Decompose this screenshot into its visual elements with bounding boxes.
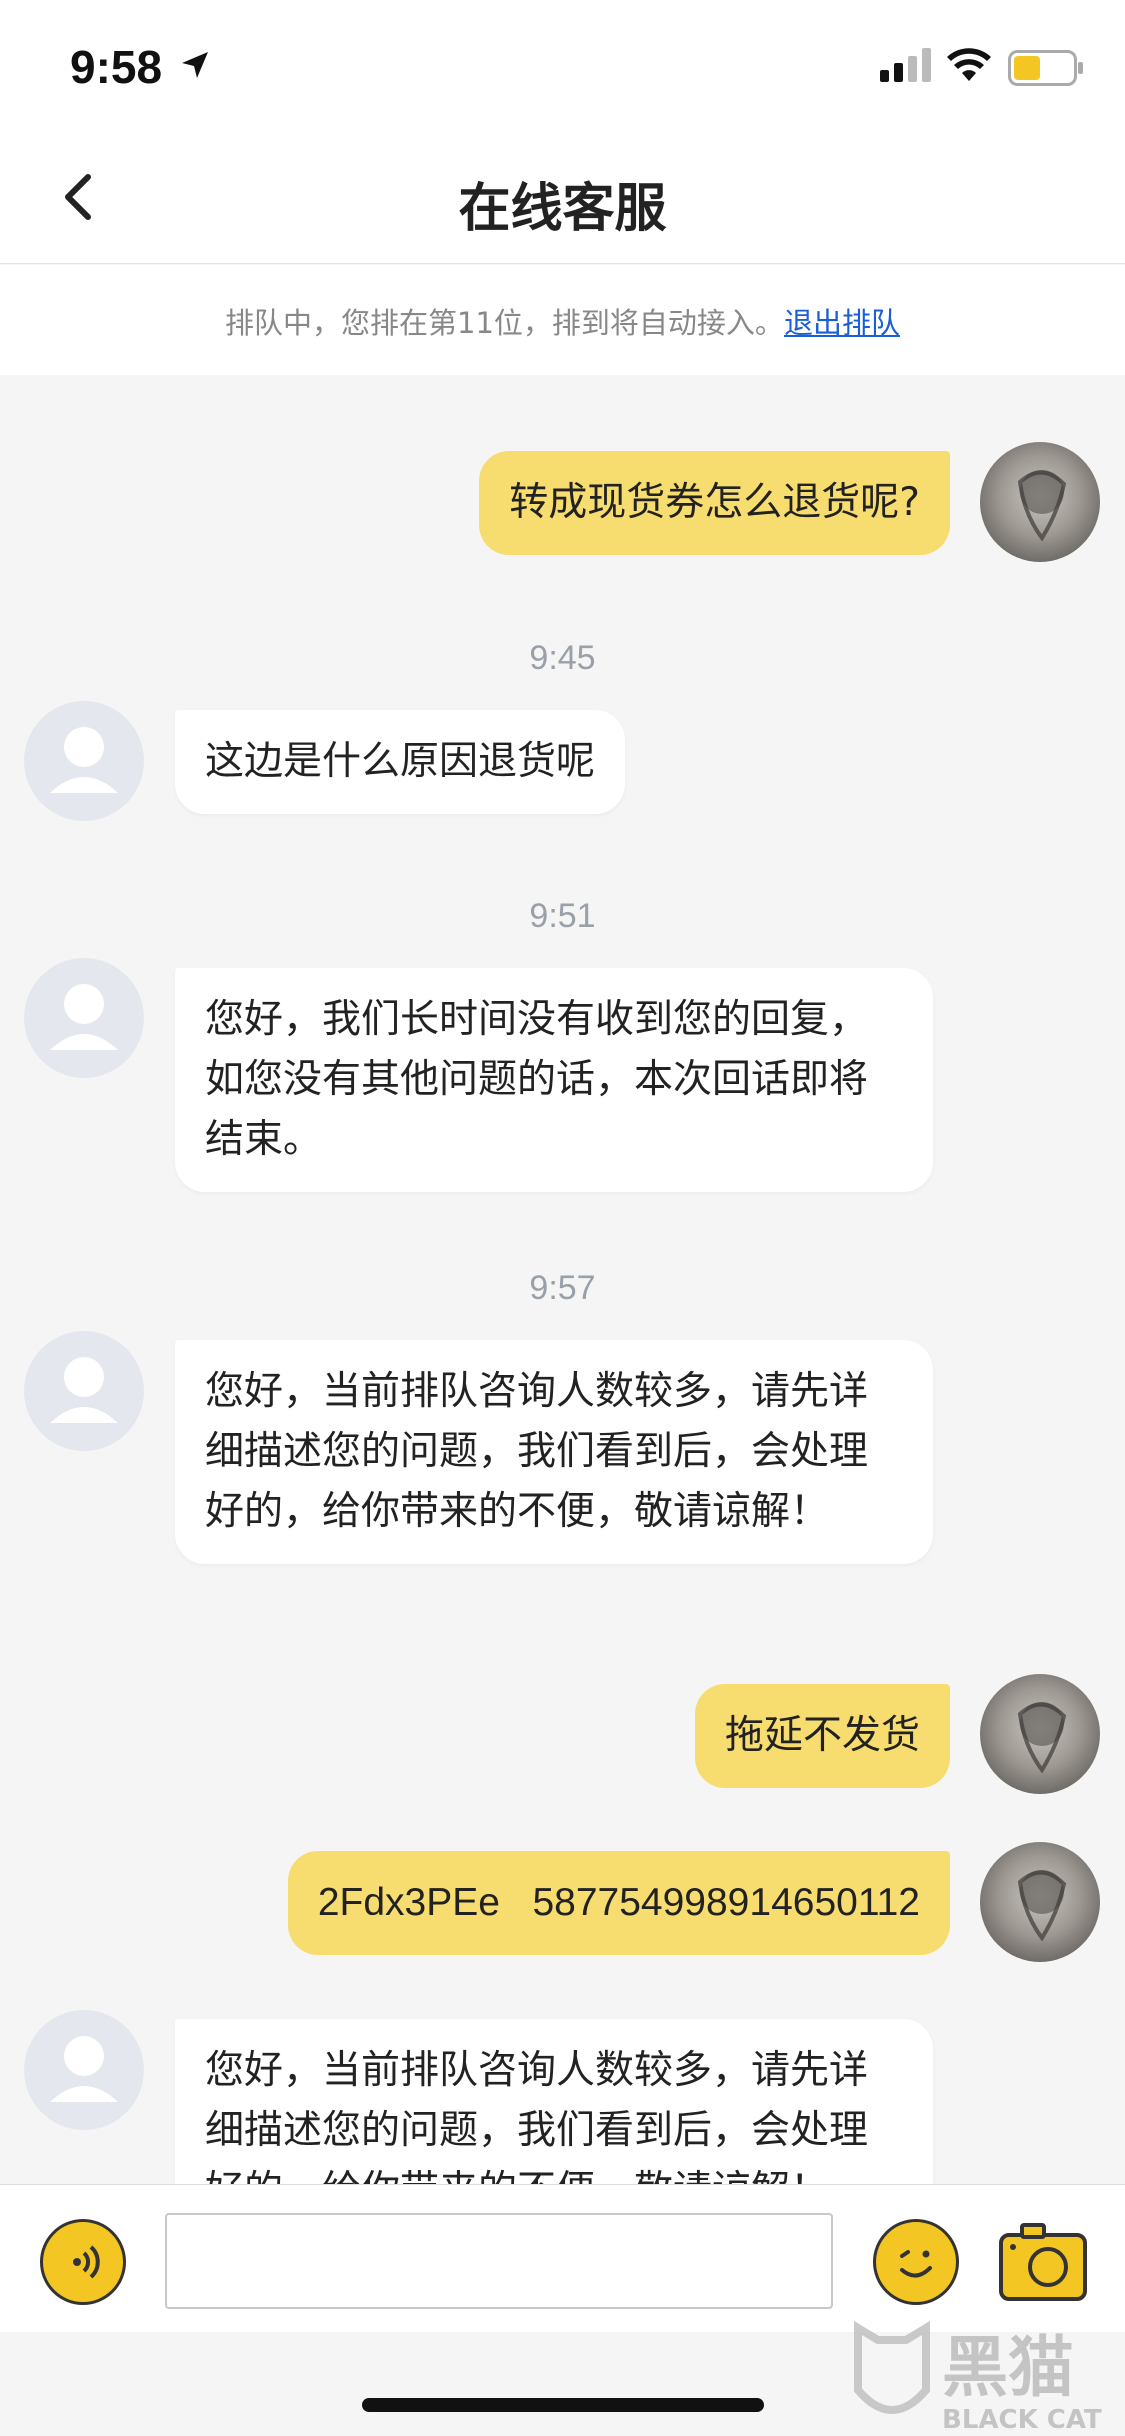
home-indicator[interactable] (362, 2398, 764, 2412)
service-avatar (24, 958, 144, 1078)
battery-icon (1008, 50, 1083, 86)
user-avatar (980, 1674, 1100, 1794)
service-message: 这边是什么原因退货呢 (175, 710, 626, 814)
smiley-icon (900, 2250, 932, 2278)
chat-history[interactable]: 转成现货券怎么退货呢? 9:45 这边是什么原因退货呢 9:51 您好，我们长时… (0, 376, 1125, 2184)
location-arrow-icon (182, 52, 208, 78)
user-avatar (980, 442, 1100, 562)
page-title: 在线客服 (458, 179, 667, 239)
emoji-button[interactable] (873, 2219, 959, 2305)
service-message: 您好，我们长时间没有收到您的回复，如您没有其他问题的话，本次回话即将结束。 (175, 968, 933, 1192)
service-message: 您好，当前排队咨询人数较多，请先详细描述您的问题，我们看到后，会处理好的，给你带… (175, 2019, 933, 2184)
message-timestamp: 9:51 (529, 897, 596, 935)
voice-wave-icon (73, 2245, 100, 2279)
input-bar (0, 2184, 1125, 2332)
black-cat-watermark: 黑猫 BLACK CAT (850, 2318, 1120, 2436)
service-avatar (24, 1331, 144, 1451)
service-avatar (24, 701, 144, 821)
wifi-icon (947, 48, 991, 81)
nav-bar: 在线客服 (0, 132, 1125, 264)
message-timestamp: 9:57 (529, 1269, 596, 1307)
queue-status-text: 排队中，您排在第11位，排到将自动接入。 (225, 306, 784, 340)
cellular-signal-icon (880, 48, 931, 82)
black-cat-logo-icon: 黑猫BLACK CAT (854, 2320, 1102, 2435)
status-bar: 9:58 (0, 0, 1125, 132)
status-time: 9:58 (70, 41, 163, 93)
service-message: 您好，当前排队咨询人数较多，请先详细描述您的问题，我们看到后，会处理好的，给你带… (175, 1340, 933, 1564)
camera-icon[interactable] (998, 2221, 1088, 2303)
watermark-cn-text: 黑猫 (942, 2329, 1074, 2406)
exit-queue-link[interactable]: 退出排队 (784, 306, 900, 340)
user-message: 转成现货券怎么退货呢? (479, 451, 950, 555)
queue-notice: 排队中，您排在第11位，排到将自动接入。退出排队 (0, 265, 1125, 375)
user-avatar (980, 1842, 1100, 1962)
message-input[interactable] (165, 2213, 833, 2309)
watermark-en-text: BLACK CAT (942, 2405, 1102, 2435)
message-timestamp: 9:45 (529, 639, 596, 677)
user-message: 拖延不发货 (694, 1684, 950, 1788)
service-avatar (24, 2010, 144, 2130)
user-message: 2Fdx3PEe 587754998914650112 (287, 1851, 950, 1955)
voice-button[interactable] (40, 2219, 126, 2305)
